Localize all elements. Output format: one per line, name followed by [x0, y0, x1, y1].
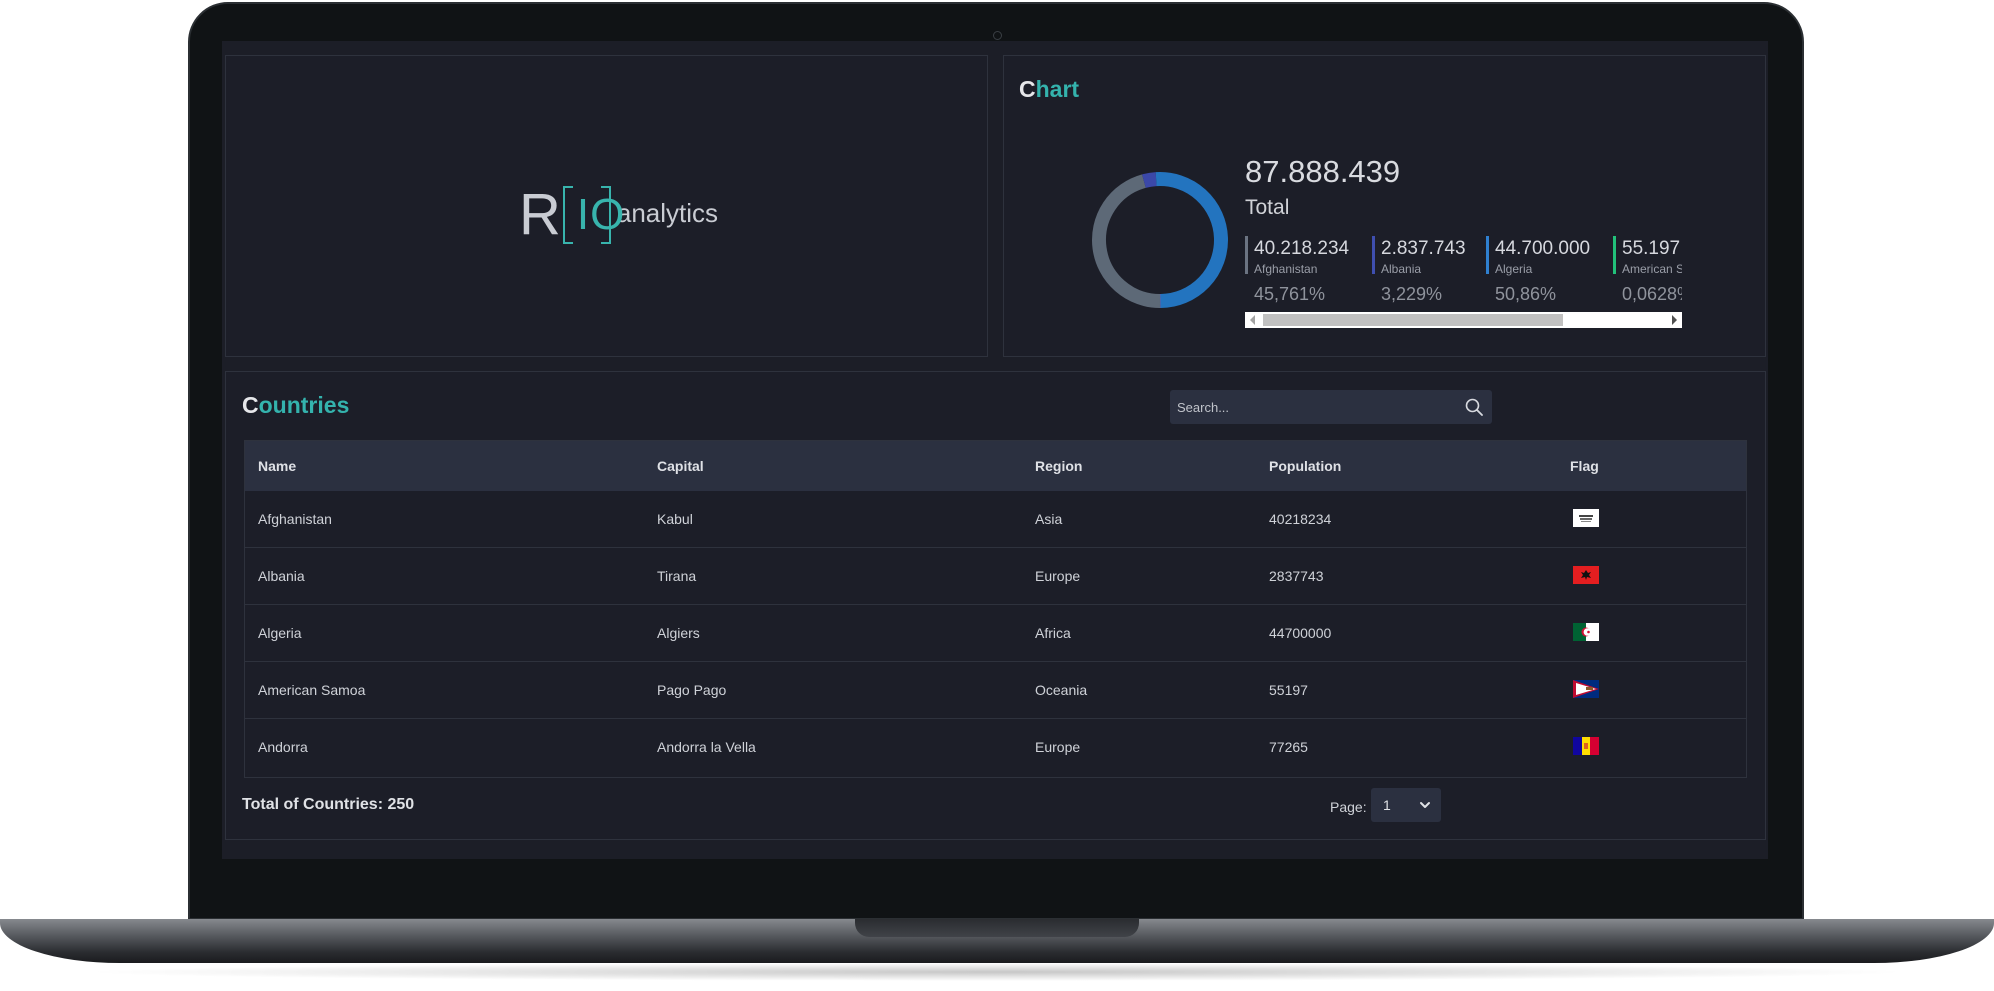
donut-chart[interactable] [1088, 168, 1232, 312]
donut-slice-afghanistan[interactable] [1092, 174, 1161, 308]
countries-title-rest: ountries [258, 392, 350, 418]
cell-population: 55197 [1269, 682, 1308, 698]
chevron-down-icon [1420, 802, 1430, 808]
table-row[interactable]: Andorra Andorra la Vella Europe 77265 [245, 719, 1746, 776]
countries-title-initial: C [242, 392, 259, 418]
legend-color-bar [1486, 236, 1489, 274]
legend-color-bar [1245, 236, 1248, 274]
cell-population: 77265 [1269, 739, 1308, 755]
legend-value: 2.837.743 [1381, 238, 1466, 259]
american-samoa-flag-icon [1573, 680, 1599, 698]
cell-region: Europe [1035, 739, 1081, 755]
rio-analytics-logo: R IO analytics [519, 180, 718, 244]
legend-color-bar [1372, 236, 1375, 274]
chart-panel: Chart 87.888.439 Total 40.218.234 Afghani… [1003, 55, 1766, 357]
column-header-population[interactable]: Population [1269, 458, 1341, 474]
cell-capital: Kabul [657, 511, 693, 527]
cell-capital: Pago Pago [657, 682, 727, 698]
cell-capital: Andorra la Vella [657, 739, 756, 755]
laptop-shadow [80, 963, 1914, 981]
scroll-right-arrow-icon[interactable] [1672, 315, 1677, 325]
legend-percent: 45,761% [1254, 284, 1326, 304]
cell-region: Asia [1035, 511, 1063, 527]
cell-name: American Samoa [258, 682, 366, 698]
albania-flag-icon [1573, 566, 1599, 584]
cell-population: 40218234 [1269, 511, 1332, 527]
donut-slice-algeria[interactable] [1155, 172, 1228, 308]
logo-letter: R [519, 182, 561, 247]
legend-country-name: Algeria [1495, 262, 1533, 276]
search-box [1170, 390, 1492, 424]
chart-title-rest: hart [1035, 76, 1080, 102]
logo-panel: R IO analytics [225, 55, 988, 357]
chart-title-initial: C [1019, 76, 1036, 102]
cell-population: 2837743 [1269, 568, 1324, 584]
cell-capital: Tirana [657, 568, 697, 584]
andorra-flag-icon [1573, 737, 1599, 755]
laptop-notch [855, 919, 1139, 937]
countries-table: Name Capital Region Population Flag Afgh… [244, 440, 1747, 778]
total-label: Total [1245, 196, 1290, 219]
countries-panel: Countries Name Capital Region Population… [225, 371, 1766, 840]
page-select[interactable]: 1 [1371, 788, 1441, 822]
logo-inner-text: IO [576, 190, 626, 239]
logo-bracket-box: IO [562, 186, 624, 244]
cell-region: Africa [1035, 625, 1071, 641]
legend-value: 55.197 [1622, 238, 1681, 259]
legend-value: 40.218.234 [1254, 238, 1350, 259]
legend-percent: 50,86% [1495, 284, 1557, 304]
camera-icon [993, 31, 1002, 40]
column-header-region[interactable]: Region [1035, 458, 1082, 474]
search-icon[interactable] [1465, 398, 1483, 416]
cell-capital: Algiers [657, 625, 700, 641]
legend-percent: 3,229% [1381, 284, 1443, 304]
countries-title: Countries [242, 392, 349, 419]
algeria-flag-icon [1573, 623, 1599, 641]
legend-scroller[interactable]: 40.218.234 Afghanistan 45,761% 2.837.743 Alb… [1245, 236, 1682, 306]
cell-name: Andorra [258, 739, 308, 755]
table-row[interactable]: Albania Tirana Europe 2837743 [245, 548, 1746, 605]
cell-name: Albania [258, 568, 305, 584]
scroll-left-arrow-icon[interactable] [1250, 315, 1255, 325]
cell-region: Oceania [1035, 682, 1088, 698]
afghanistan-flag-icon [1573, 509, 1599, 527]
cell-region: Europe [1035, 568, 1081, 584]
column-header-flag[interactable]: Flag [1570, 458, 1599, 474]
table-row[interactable]: Algeria Algiers Africa 44700000 [245, 605, 1746, 662]
legend-color-bar [1613, 236, 1616, 274]
table-header: Name Capital Region Population Flag [245, 441, 1746, 491]
app-screen: R IO analytics Chart 87.888.439 Total 40… [222, 41, 1768, 859]
legend-country-name: American Samoa [1622, 262, 1682, 276]
donut-slice-albania[interactable] [1142, 172, 1157, 188]
table-row[interactable]: Afghanistan Kabul Asia 40218234 [245, 491, 1746, 548]
legend-country-name: Albania [1381, 262, 1422, 276]
page-label: Page: [1330, 799, 1367, 815]
total-value: 87.888.439 [1245, 154, 1401, 189]
column-header-capital[interactable]: Capital [657, 458, 704, 474]
chart-title: Chart [1019, 76, 1079, 103]
search-input[interactable] [1170, 390, 1450, 424]
legend-country-name: Afghanistan [1254, 262, 1318, 276]
legend-track: 40.218.234 Afghanistan 45,761% 2.837.743 Alb… [1245, 236, 1682, 304]
total-countries-text: Total of Countries: 250 [242, 796, 415, 813]
legend-percent: 0,0628% [1622, 284, 1682, 304]
scrollbar-thumb[interactable] [1263, 314, 1563, 326]
column-header-name[interactable]: Name [258, 458, 296, 474]
legend-value: 44.700.000 [1495, 238, 1591, 259]
cell-population: 44700000 [1269, 625, 1332, 641]
legend-scrollbar[interactable] [1245, 312, 1682, 328]
table-row[interactable]: American Samoa Pago Pago Oceania 55197 [245, 662, 1746, 719]
cell-name: Afghanistan [258, 511, 332, 527]
cell-name: Algeria [258, 625, 302, 641]
page-select-value: 1 [1383, 797, 1391, 813]
logo-word: analytics [616, 198, 719, 228]
